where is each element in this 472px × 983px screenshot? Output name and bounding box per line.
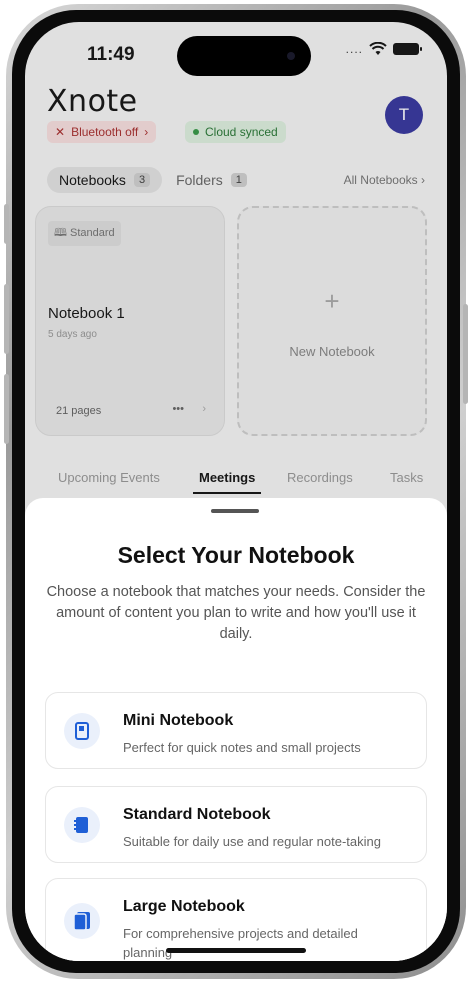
option-subtitle: Suitable for daily use and regular note-… bbox=[123, 834, 381, 849]
volume-up-button bbox=[4, 284, 9, 354]
volume-down-button bbox=[4, 374, 9, 444]
sheet-drag-handle[interactable] bbox=[211, 509, 259, 513]
option-standard-notebook[interactable]: Standard Notebook Suitable for daily use… bbox=[45, 786, 427, 863]
home-indicator[interactable] bbox=[166, 948, 306, 953]
mini-notebook-icon bbox=[64, 713, 100, 749]
sheet-title: Select Your Notebook bbox=[117, 542, 355, 568]
action-button bbox=[4, 204, 9, 244]
option-mini-notebook[interactable]: Mini Notebook Perfect for quick notes an… bbox=[45, 692, 427, 769]
select-notebook-sheet: Select Your Notebook Choose a notebook t… bbox=[25, 498, 447, 961]
large-notebook-icon bbox=[64, 903, 100, 939]
option-title: Standard Notebook bbox=[123, 806, 271, 823]
power-button bbox=[463, 304, 468, 404]
standard-notebook-icon bbox=[64, 807, 100, 843]
option-title: Mini Notebook bbox=[123, 712, 234, 729]
sheet-description: Choose a notebook that matches your need… bbox=[46, 584, 426, 642]
option-title: Large Notebook bbox=[123, 898, 245, 915]
screen: 11:49 .... Xnote T ✕ Bluetooth off › Clo… bbox=[25, 22, 447, 961]
option-subtitle: Perfect for quick notes and small projec… bbox=[123, 740, 361, 755]
option-subtitle: For comprehensive projects and detailed … bbox=[123, 926, 358, 960]
